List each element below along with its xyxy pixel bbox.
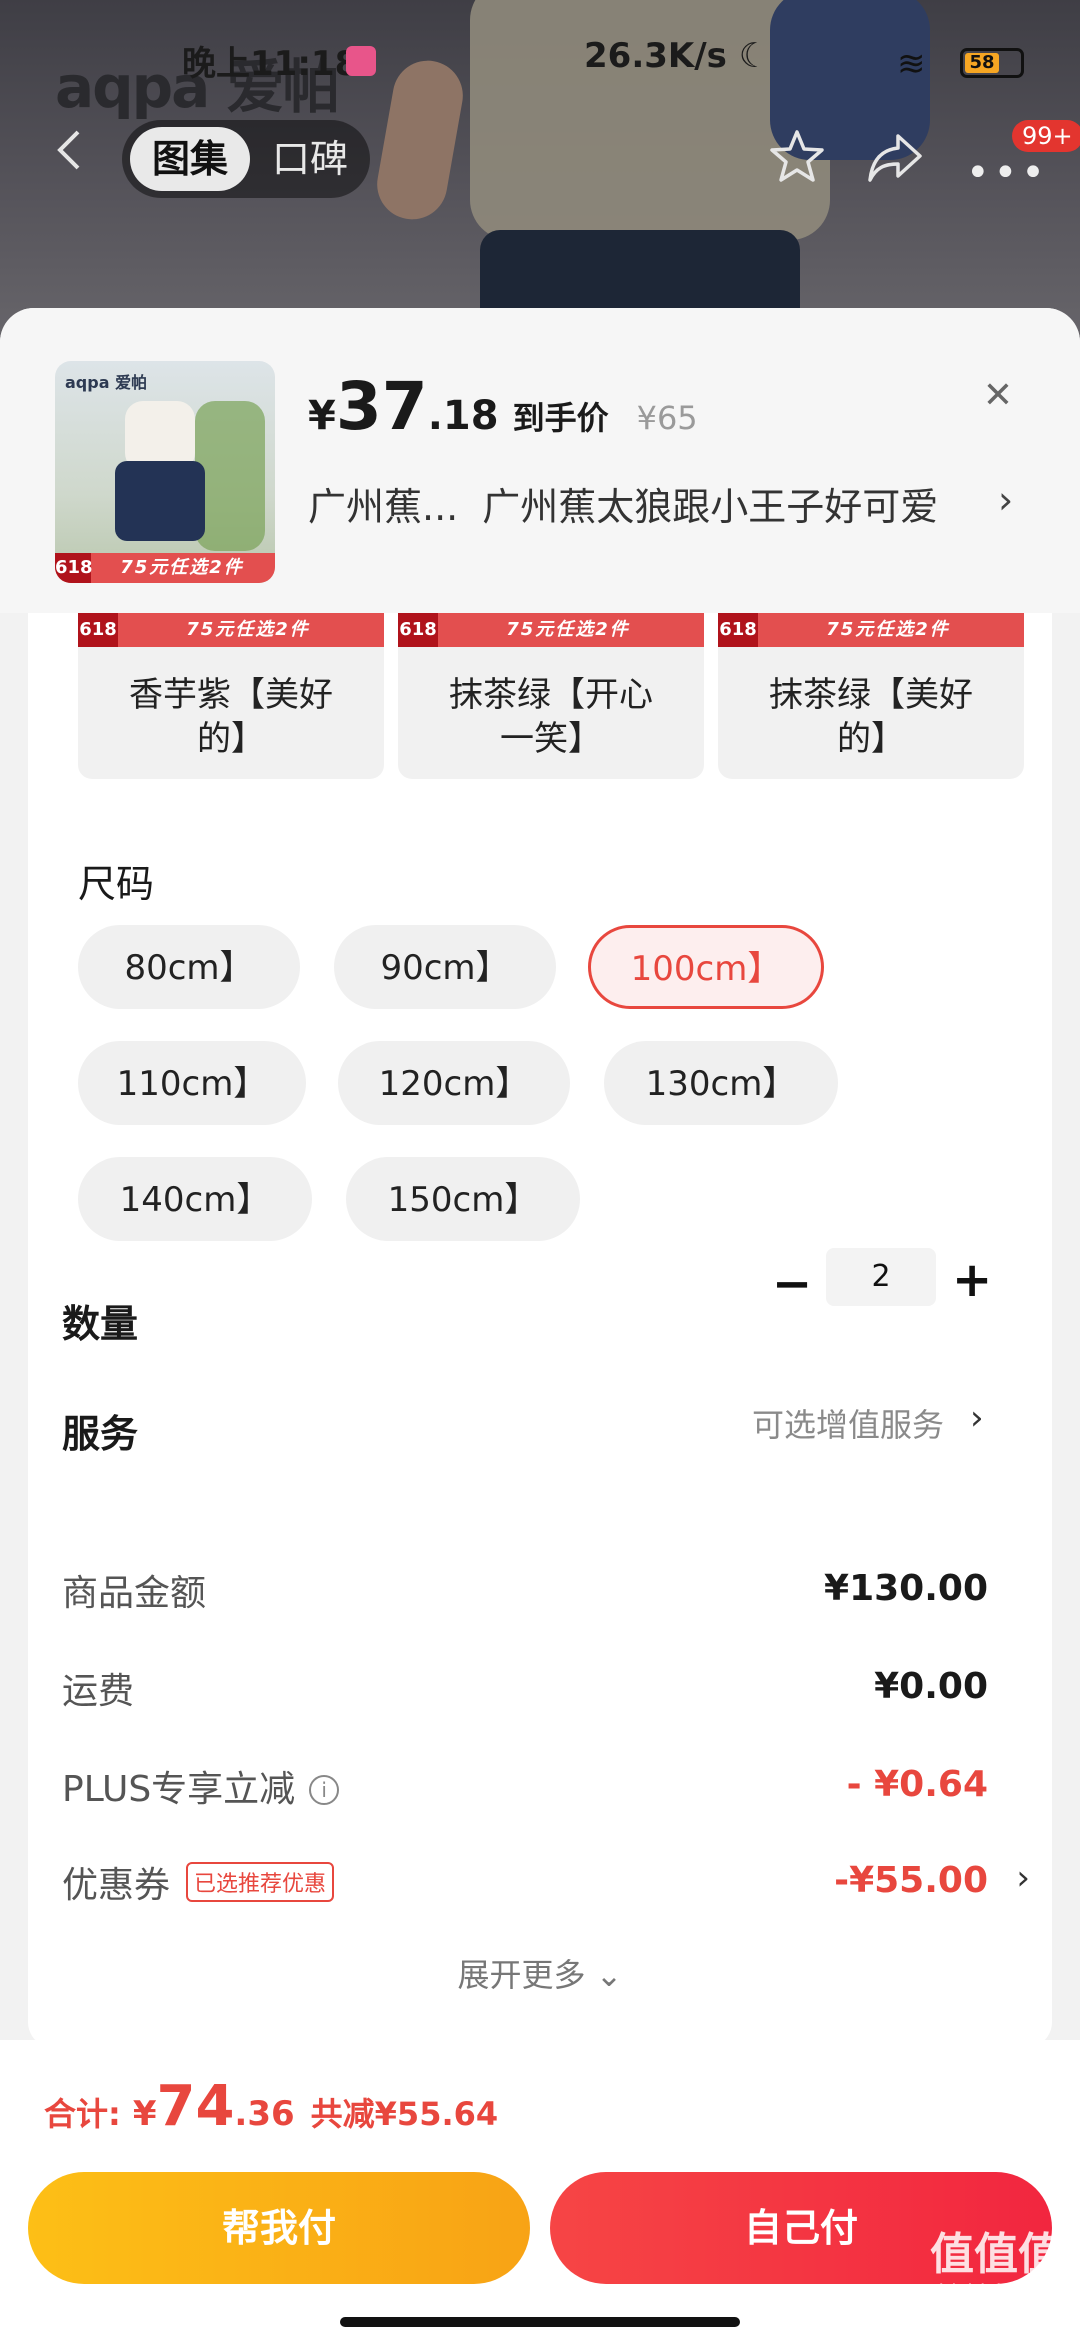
size-option[interactable]: 140cm】 (78, 1157, 312, 1241)
back-icon[interactable] (48, 128, 92, 172)
chevron-right-icon[interactable]: › (998, 478, 1013, 522)
more-icon[interactable]: ••• (966, 150, 1045, 196)
total-row: 合计: ¥74.36 共减¥55.64 (44, 2074, 499, 2139)
sheet-header: aqpa 爱帕 618 75元任选2件 ¥37.18 到手价 ¥65 ✕ 广州蕉...… (0, 308, 1080, 613)
price-summary-card: 商品金额 ¥130.00 运费 ¥0.00 PLUS专享立减 i - ¥0.64 … (28, 1518, 1052, 2048)
selected-spec[interactable]: 广州蕉... 广州蕉太狼跟小王子好可爱 (308, 476, 1028, 531)
thumbnail-grass (195, 401, 265, 551)
service-value[interactable]: 可选增值服务 (752, 1400, 944, 1446)
expand-more-button[interactable]: 展开更多 ⌄ (28, 1950, 1052, 1996)
share-icon[interactable] (866, 128, 924, 186)
thumbnail-pants (115, 461, 205, 541)
battery-icon: 58 (960, 48, 1024, 78)
service-label: 服务 (62, 1412, 139, 1456)
background-arm (371, 55, 469, 225)
original-price: ¥65 (636, 399, 698, 437)
watermark: 值值值 (930, 2229, 1062, 2280)
wifi-icon: ≋ (897, 44, 926, 84)
coupon-value[interactable]: -¥55.00 (834, 1860, 988, 1901)
quantity-input[interactable]: 2 (826, 1248, 936, 1306)
quantity-label: 数量 (62, 1302, 139, 1346)
info-icon[interactable]: i (309, 1775, 340, 1805)
promo-banner: 618 75元任选2件 (718, 613, 1024, 647)
coupon-tag: 已选推荐优惠 (186, 1862, 335, 1902)
app-notification-icon (346, 46, 376, 76)
plus-discount-label: PLUS专享立减 i (62, 1760, 340, 1812)
ask-to-pay-button[interactable]: 帮我付 (28, 2172, 530, 2284)
color-option[interactable]: 618 75元任选2件 香芋紫【美好的】 (78, 613, 384, 779)
shipping-label: 运费 (62, 1671, 135, 1712)
tab-gallery[interactable]: 图集 (130, 127, 251, 191)
size-option[interactable]: 120cm】 (338, 1041, 570, 1125)
chevron-right-icon[interactable]: › (970, 1398, 984, 1438)
quantity-decrease-button[interactable]: − (772, 1256, 812, 1312)
price-integer: 37 (335, 368, 428, 445)
network-speed: 26.3K/s ☾ (584, 36, 770, 76)
shipping-value: ¥0.00 (874, 1666, 988, 1707)
star-icon[interactable] (768, 128, 826, 186)
size-option[interactable]: 130cm】 (604, 1041, 838, 1125)
total-saved: 共减¥55.64 (310, 2095, 499, 2133)
tab-reviews[interactable]: 口碑 (250, 127, 370, 191)
home-indicator[interactable] (340, 2317, 740, 2327)
total-integer: 74 (156, 2074, 235, 2139)
size-option[interactable]: 80cm】 (78, 925, 300, 1009)
goods-amount-label: 商品金额 (62, 1573, 207, 1614)
color-option[interactable]: 618 75元任选2件 抹茶绿【开心一笑】 (398, 613, 704, 779)
size-option[interactable]: 150cm】 (346, 1157, 580, 1241)
more-badge: 99+ (1012, 120, 1080, 152)
quantity-increase-button[interactable]: + (952, 1252, 992, 1308)
promo-banner: 618 75元任选2件 (78, 613, 384, 647)
size-option-selected[interactable]: 100cm】 (588, 925, 824, 1009)
plus-discount-value: - ¥0.64 (846, 1764, 988, 1805)
promo-banner: 618 75元任选2件 (55, 553, 275, 583)
status-time: 晚上11:18 (182, 44, 359, 84)
size-section-title: 尺码 (78, 862, 155, 906)
size-option[interactable]: 90cm】 (334, 925, 556, 1009)
sku-selection-sheet: aqpa 爱帕 618 75元任选2件 ¥37.18 到手价 ¥65 ✕ 广州蕉...… (0, 308, 1080, 2340)
goods-amount-value: ¥130.00 (824, 1568, 988, 1609)
chevron-right-icon[interactable]: › (1016, 1858, 1030, 1898)
close-icon[interactable]: ✕ (970, 368, 1026, 424)
product-thumbnail[interactable]: aqpa 爱帕 618 75元任选2件 (55, 361, 275, 583)
size-option[interactable]: 110cm】 (78, 1041, 306, 1125)
price-label: 到手价 (512, 399, 609, 437)
promo-banner: 618 75元任选2件 (398, 613, 704, 647)
gallery-tab-switch: 图集 口碑 (122, 120, 370, 198)
coupon-label[interactable]: 优惠券 已选推荐优惠 (62, 1856, 335, 1908)
watermark-url: zhizhizhi.com (928, 2280, 1064, 2304)
color-option[interactable]: 618 75元任选2件 抹茶绿【美好的】 (718, 613, 1024, 779)
thumbnail-brand: aqpa 爱帕 (65, 373, 148, 392)
checkout-footer: 合计: ¥74.36 共减¥55.64 帮我付 自己付 值值值 zhizhizhi.… (0, 2040, 1080, 2340)
price-row: ¥37.18 到手价 ¥65 (308, 368, 698, 445)
